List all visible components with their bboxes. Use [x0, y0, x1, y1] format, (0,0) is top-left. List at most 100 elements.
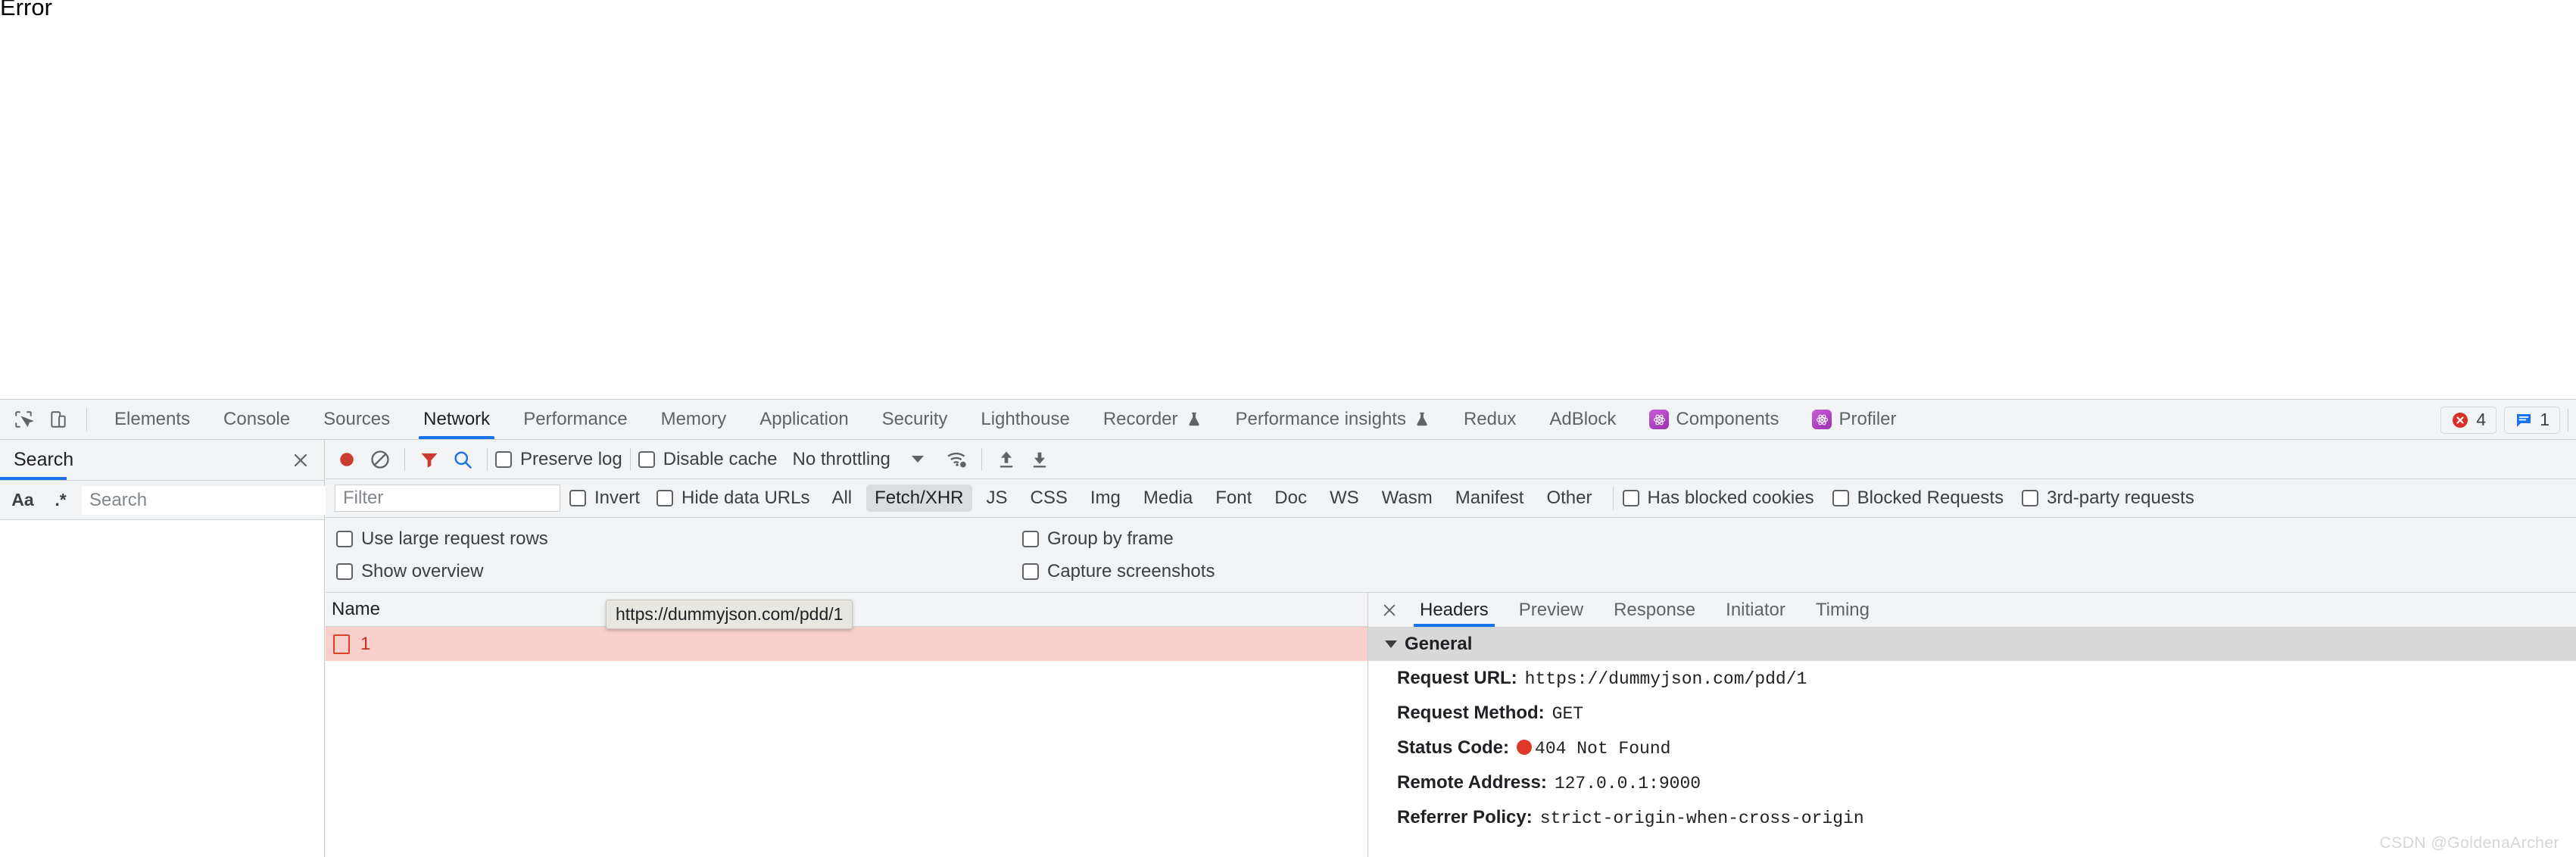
- show-overview-label: Show overview: [361, 560, 484, 581]
- tab-recorder[interactable]: Recorder: [1087, 400, 1219, 439]
- network-filter-bar: Invert Hide data URLs AllFetch/XHRJSCSSI…: [326, 479, 2576, 518]
- checkbox-box: [569, 490, 586, 506]
- search-input[interactable]: [82, 485, 332, 515]
- tab-network[interactable]: Network: [407, 400, 507, 439]
- tab-adblock[interactable]: AdBlock: [1533, 400, 1633, 439]
- tab-console[interactable]: Console: [207, 400, 307, 439]
- hide-data-urls-label: Hide data URLs: [681, 488, 810, 508]
- general-section-header[interactable]: General: [1368, 628, 2576, 661]
- toolbar-divider: [629, 447, 631, 471]
- filter-input[interactable]: [335, 485, 560, 512]
- general-row-key: Status Code:: [1397, 737, 1510, 758]
- type-filter-all[interactable]: All: [823, 485, 860, 512]
- tab-label: Components: [1676, 409, 1779, 429]
- checkbox-box: [1022, 530, 1039, 547]
- error-counter[interactable]: 4: [2440, 406, 2497, 434]
- import-har-icon[interactable]: [990, 444, 1023, 475]
- experimental-flask-icon: [1186, 410, 1202, 428]
- wifi-settings-icon[interactable]: [940, 444, 974, 475]
- third-party-requests-checkbox[interactable]: 3rd-party requests: [2022, 488, 2194, 509]
- devtools-tabstrip: Elements Console Sources Network Performance…: [0, 400, 2576, 440]
- hide-data-urls-checkbox[interactable]: Hide data URLs: [656, 488, 809, 509]
- main-tab-list: Elements Console Sources Network Performance…: [98, 400, 1913, 439]
- preserve-log-checkbox[interactable]: Preserve log: [495, 449, 622, 470]
- tab-application[interactable]: Application: [743, 400, 865, 439]
- detail-tab-timing[interactable]: Timing: [1801, 593, 1885, 627]
- devtools-status-area: 4 1: [2440, 400, 2568, 440]
- message-counter[interactable]: 1: [2504, 406, 2560, 434]
- experimental-flask-icon: [1414, 410, 1430, 428]
- clear-icon[interactable]: [363, 444, 397, 475]
- toolbar-divider: [981, 447, 982, 471]
- blocked-requests-label: Blocked Requests: [1857, 488, 2004, 508]
- close-icon[interactable]: [1374, 595, 1405, 625]
- type-filter-ws[interactable]: WS: [1321, 485, 1368, 512]
- inspect-element-icon[interactable]: [6, 402, 41, 437]
- tab-label: Memory: [660, 409, 727, 429]
- tab-performance[interactable]: Performance: [507, 400, 644, 439]
- group-by-frame-checkbox[interactable]: Group by frame: [1022, 528, 1215, 550]
- tab-memory[interactable]: Memory: [644, 400, 744, 439]
- tab-label: Application: [759, 409, 849, 429]
- type-filter-manifest[interactable]: Manifest: [1447, 485, 1533, 512]
- type-filter-media[interactable]: Media: [1135, 485, 1201, 512]
- settings-column-left: Use large request rows Show overview: [326, 518, 1022, 592]
- close-icon[interactable]: [288, 447, 313, 473]
- third-party-requests-label: 3rd-party requests: [2047, 488, 2194, 508]
- search-icon[interactable]: [446, 444, 479, 475]
- match-case-button[interactable]: Aa: [6, 485, 39, 516]
- invert-checkbox[interactable]: Invert: [569, 488, 640, 509]
- throttling-value: No throttling: [792, 448, 890, 469]
- network-split-view: Name 1 https://dummyjson.com/pdd/1 Heade…: [326, 593, 2576, 857]
- status-error-dot-icon: [1517, 740, 1533, 755]
- blocked-requests-checkbox[interactable]: Blocked Requests: [1832, 488, 2004, 509]
- general-row-value: strict-origin-when-cross-origin: [1539, 809, 1864, 828]
- type-filter-wasm[interactable]: Wasm: [1374, 485, 1441, 512]
- detail-tab-response[interactable]: Response: [1598, 593, 1711, 627]
- tab-lighthouse[interactable]: Lighthouse: [964, 400, 1086, 439]
- settings-column-right: Group by frame Capture screenshots: [1022, 518, 1215, 592]
- request-table: Name 1 https://dummyjson.com/pdd/1: [326, 593, 1368, 857]
- general-row: Referrer Policy: strict-origin-when-cross…: [1368, 800, 2576, 835]
- tab-components[interactable]: Components: [1633, 400, 1795, 439]
- type-filter-other[interactable]: Other: [1538, 485, 1600, 512]
- export-har-icon[interactable]: [1023, 444, 1056, 475]
- type-filter-css[interactable]: CSS: [1022, 485, 1076, 512]
- show-overview-checkbox[interactable]: Show overview: [336, 561, 1022, 582]
- detail-tab-initiator[interactable]: Initiator: [1711, 593, 1801, 627]
- general-row: Request Method: GET: [1368, 696, 2576, 731]
- disable-cache-checkbox[interactable]: Disable cache: [638, 449, 777, 470]
- detail-tab-list: Headers Preview Response Initiator Timing: [1368, 593, 2576, 628]
- regex-button[interactable]: .*: [44, 485, 77, 516]
- throttling-select[interactable]: No throttling: [792, 448, 924, 470]
- tab-sources[interactable]: Sources: [307, 400, 407, 439]
- general-row-key: Remote Address:: [1397, 772, 1547, 793]
- type-filter-js[interactable]: JS: [978, 485, 1016, 512]
- tab-redux[interactable]: Redux: [1447, 400, 1533, 439]
- record-button-icon[interactable]: [330, 444, 363, 475]
- network-settings-row: Use large request rows Show overview Gro…: [326, 518, 2576, 593]
- capture-screenshots-label: Capture screenshots: [1047, 560, 1215, 581]
- type-filter-font[interactable]: Font: [1207, 485, 1260, 512]
- detail-tab-headers[interactable]: Headers: [1405, 593, 1504, 627]
- filter-icon[interactable]: [413, 444, 446, 475]
- page-error-text: Error: [0, 0, 52, 20]
- column-header-name[interactable]: Name: [332, 599, 380, 620]
- detail-tab-preview[interactable]: Preview: [1504, 593, 1598, 627]
- tab-security[interactable]: Security: [865, 400, 965, 439]
- capture-screenshots-checkbox[interactable]: Capture screenshots: [1022, 561, 1215, 582]
- type-filter-img[interactable]: Img: [1082, 485, 1129, 512]
- general-row-value: GET: [1552, 704, 1584, 724]
- tab-profiler[interactable]: Profiler: [1795, 400, 1913, 439]
- tab-performance-insights[interactable]: Performance insights: [1219, 400, 1447, 439]
- table-row[interactable]: 1: [326, 627, 1368, 661]
- has-blocked-cookies-checkbox[interactable]: Has blocked cookies: [1622, 488, 1814, 509]
- use-large-request-rows-checkbox[interactable]: Use large request rows: [336, 528, 1022, 550]
- type-filter-doc[interactable]: Doc: [1266, 485, 1315, 512]
- tab-elements[interactable]: Elements: [98, 400, 207, 439]
- checkbox-box: [1022, 563, 1039, 580]
- search-results-list: [0, 520, 324, 857]
- message-bubble-icon: [2515, 411, 2533, 429]
- type-filter-fetch-xhr[interactable]: Fetch/XHR: [866, 485, 972, 512]
- device-toolbar-icon[interactable]: [41, 402, 76, 437]
